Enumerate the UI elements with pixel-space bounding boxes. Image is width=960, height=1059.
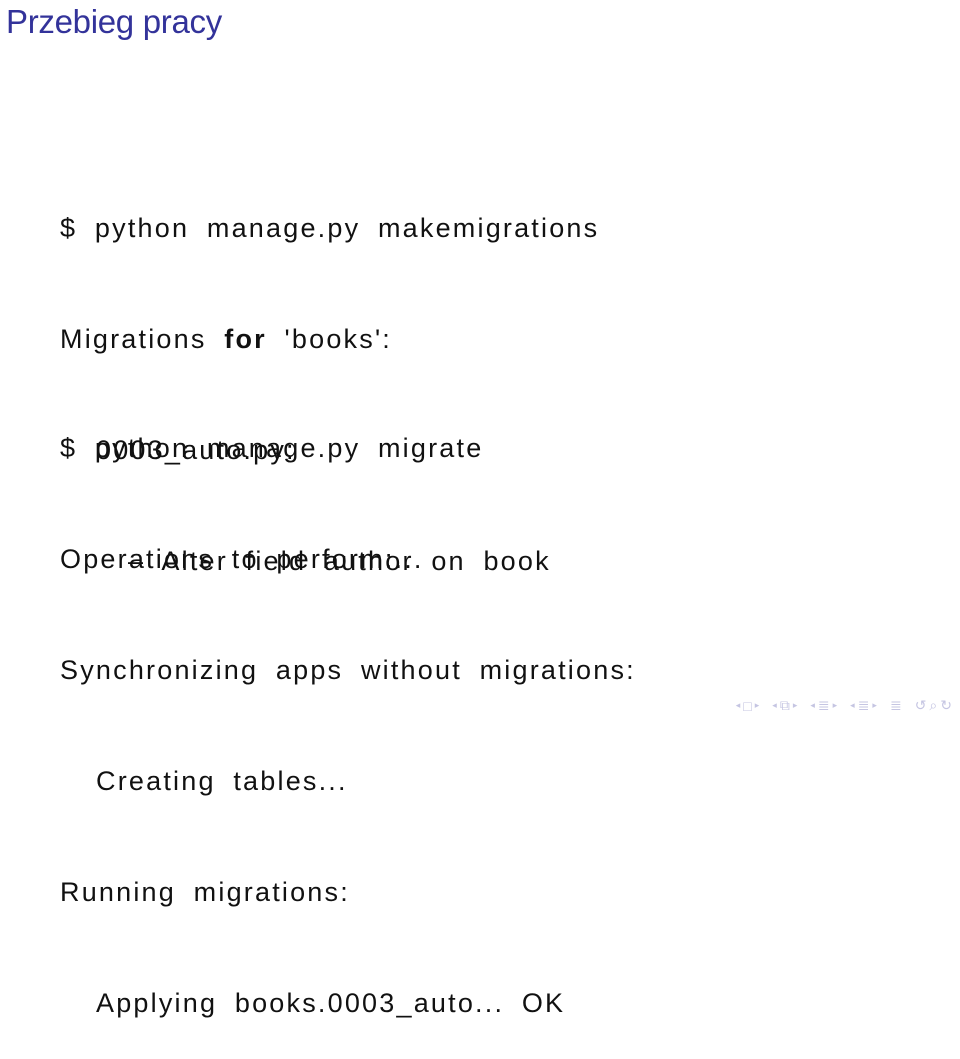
command-line: $ python manage.py makemigrations (60, 213, 600, 243)
next-document-icon[interactable]: ▸ (872, 700, 877, 711)
migrate-output: $ python manage.py migrate Operations to… (60, 356, 636, 1059)
appendix-icon[interactable]: ≣ (890, 697, 902, 714)
output-line: Creating tables... (96, 766, 348, 796)
beamer-navigation: ◂ □ ▸ ◂ ⧉ ▸ ◂ ≣ ▸ ◂ ≣ ▸ ≣ ↺ ⌕ ↻ (736, 697, 952, 714)
back-icon[interactable]: ↺ (915, 697, 927, 714)
prev-subsection-icon[interactable]: ◂ (772, 700, 777, 711)
section-icon[interactable]: ≣ (818, 697, 830, 714)
search-icon[interactable]: ⌕ (929, 697, 937, 714)
keyword-for: for (224, 324, 267, 354)
subsection-icon[interactable]: ⧉ (780, 697, 790, 714)
migrations-for-line: Migrations for 'books': (60, 321, 599, 358)
forward-icon[interactable]: ↻ (940, 697, 952, 714)
frame-icon[interactable]: □ (743, 698, 751, 714)
output-line: Running migrations: (60, 877, 350, 907)
prev-frame-icon[interactable]: ◂ (736, 700, 741, 711)
prev-document-icon[interactable]: ◂ (850, 700, 855, 711)
output-line: Synchronizing apps without migrations: (60, 655, 636, 685)
app-name: 'books': (266, 324, 393, 354)
prev-section-icon[interactable]: ◂ (810, 700, 815, 711)
output-line: Applying books.0003_auto... OK (96, 988, 566, 1018)
next-subsection-icon[interactable]: ▸ (793, 700, 798, 711)
next-section-icon[interactable]: ▸ (833, 700, 838, 711)
next-frame-icon[interactable]: ▸ (755, 700, 760, 711)
output-line: Operations to perform:... (60, 544, 424, 574)
command-line: $ python manage.py migrate (60, 433, 484, 463)
migrations-label: Migrations (60, 324, 225, 354)
frame-title: Przebieg pracy (6, 3, 222, 40)
document-icon[interactable]: ≣ (858, 697, 870, 714)
